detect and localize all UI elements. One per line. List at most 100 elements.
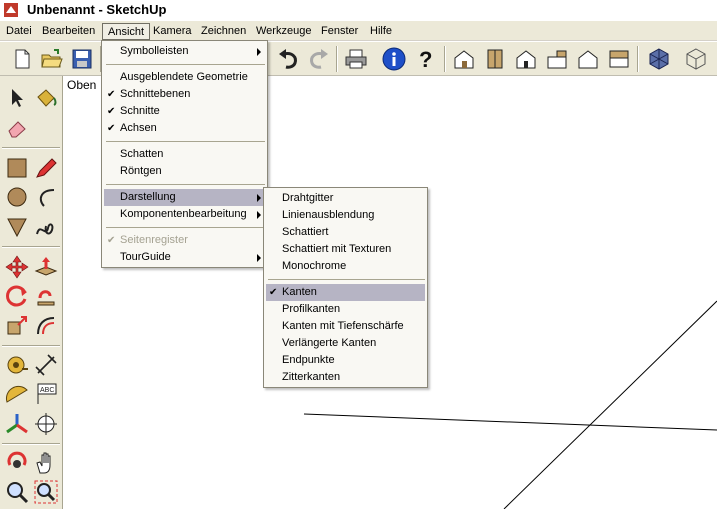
menu-separator	[268, 279, 425, 280]
darstellung-submenu: Drahtgitter Linienausblendung Schattiert…	[263, 187, 428, 388]
menu-item-schnitte[interactable]: ✔ Schnitte	[104, 103, 265, 120]
paint-bucket-icon[interactable]	[32, 84, 60, 112]
undo-icon[interactable]	[274, 45, 302, 73]
checkmark-icon: ✔	[107, 123, 116, 134]
submenu-arrow-icon	[257, 194, 261, 202]
model-info-icon[interactable]	[380, 45, 408, 73]
scale-icon[interactable]	[3, 312, 31, 340]
menu-item-tourguide[interactable]: TourGuide	[104, 249, 265, 266]
zoom-window-icon[interactable]	[32, 478, 60, 506]
title-bar: Unbenannt - SketchUp	[0, 0, 717, 20]
menu-datei[interactable]: Datei	[1, 23, 37, 40]
pencil-icon[interactable]	[32, 154, 60, 182]
menu-item-achsen[interactable]: ✔ Achsen	[104, 120, 265, 137]
menu-item-darstellung[interactable]: Darstellung	[104, 189, 265, 206]
new-icon[interactable]	[8, 45, 36, 73]
redo-icon[interactable]	[305, 45, 333, 73]
menu-item-schattiert[interactable]: Schattiert	[266, 224, 425, 241]
menu-item-schattiert-mit-texturen[interactable]: Schattiert mit Texturen	[266, 241, 425, 258]
tool-separator	[2, 345, 60, 347]
select-icon[interactable]	[3, 84, 31, 112]
menu-separator	[106, 184, 265, 185]
sketchup-logo-icon	[4, 3, 18, 17]
menu-bearbeiten[interactable]: Bearbeiten	[37, 23, 100, 40]
menu-item-schnittebenen[interactable]: ✔ Schnittebenen	[104, 86, 265, 103]
menu-item-schatten[interactable]: Schatten	[104, 146, 265, 163]
ansicht-menu: Symbolleisten Ausgeblendete Geometrie ✔ …	[101, 40, 268, 268]
menu-item-zitterkanten[interactable]: Zitterkanten	[266, 369, 425, 386]
menu-item-kanten-mit-tiefenschaerfe[interactable]: Kanten mit Tiefenschärfe	[266, 318, 425, 335]
menu-werkzeuge[interactable]: Werkzeuge	[251, 23, 316, 40]
zoom-icon[interactable]	[3, 478, 31, 506]
menu-item-ausgeblendete-geometrie[interactable]: Ausgeblendete Geometrie	[104, 69, 265, 86]
right-view-icon[interactable]	[512, 45, 540, 73]
open-icon[interactable]	[38, 45, 66, 73]
checkmark-icon: ✔	[107, 89, 116, 100]
iso-view-icon[interactable]	[450, 45, 478, 73]
toolbar-separator	[637, 46, 639, 72]
dimension-icon[interactable]	[32, 351, 60, 379]
menu-bar: Datei Bearbeiten Ansicht Kamera Zeichnen…	[0, 21, 717, 41]
menu-item-roentgen[interactable]: Röntgen	[104, 163, 265, 180]
menu-item-profilkanten[interactable]: Profilkanten	[266, 301, 425, 318]
menu-item-drahtgitter[interactable]: Drahtgitter	[266, 190, 425, 207]
follow-me-icon[interactable]	[32, 282, 60, 310]
submenu-arrow-icon	[257, 211, 261, 219]
menu-ansicht[interactable]: Ansicht	[102, 23, 151, 40]
menu-item-verlaengerte-kanten[interactable]: Verlängerte Kanten	[266, 335, 425, 352]
rotate-icon[interactable]	[3, 282, 31, 310]
arc-icon[interactable]	[32, 183, 60, 211]
freehand-icon[interactable]	[32, 213, 60, 241]
help-icon[interactable]: ?	[412, 45, 440, 73]
menu-kamera[interactable]: Kamera	[148, 23, 197, 40]
submenu-arrow-icon	[257, 48, 261, 56]
orbit-icon[interactable]	[3, 449, 31, 477]
text-icon[interactable]: ABC	[32, 380, 60, 408]
menu-item-komponentenbearbeitung[interactable]: Komponentenbearbeitung	[104, 206, 265, 223]
menu-item-kanten[interactable]: ✔ Kanten	[266, 284, 425, 301]
protractor-icon[interactable]	[3, 380, 31, 408]
front-view-icon[interactable]	[481, 45, 509, 73]
print-icon[interactable]	[342, 45, 370, 73]
menu-separator	[106, 141, 265, 142]
push-pull-icon[interactable]	[32, 253, 60, 281]
xray-icon[interactable]	[645, 45, 673, 73]
left-view-icon[interactable]	[574, 45, 602, 73]
checkmark-icon: ✔	[107, 235, 116, 246]
checkmark-icon: ✔	[107, 106, 116, 117]
offset-icon[interactable]	[32, 312, 60, 340]
menu-item-monochrome[interactable]: Monochrome	[266, 258, 425, 275]
menu-fenster[interactable]: Fenster	[316, 23, 363, 40]
eraser-icon[interactable]	[3, 114, 31, 142]
svg-text:ABC: ABC	[40, 387, 54, 394]
axes-icon[interactable]	[3, 410, 31, 438]
tool-separator	[2, 443, 60, 445]
rectangle-icon[interactable]	[3, 154, 31, 182]
menu-item-symbolleisten[interactable]: Symbolleisten	[104, 43, 265, 60]
window-title: Unbenannt - SketchUp	[27, 2, 167, 17]
tape-measure-icon[interactable]	[3, 351, 31, 379]
pan-icon[interactable]	[32, 449, 60, 477]
back-view-icon[interactable]	[543, 45, 571, 73]
toolbar-separator	[444, 46, 446, 72]
menu-hilfe[interactable]: Hilfe	[365, 23, 397, 40]
checkmark-icon: ✔	[269, 287, 278, 298]
submenu-arrow-icon	[257, 254, 261, 262]
3d-text-icon[interactable]	[32, 410, 60, 438]
polygon-icon[interactable]	[3, 213, 31, 241]
svg-text:?: ?	[419, 47, 432, 71]
tool-separator	[2, 246, 60, 248]
wireframe-icon[interactable]	[682, 45, 710, 73]
menu-item-linienausblendung[interactable]: Linienausblendung	[266, 207, 425, 224]
move-icon[interactable]	[3, 253, 31, 281]
menu-separator	[106, 64, 265, 65]
tool-separator	[2, 147, 60, 149]
menu-separator	[106, 227, 265, 228]
menu-item-endpunkte[interactable]: Endpunkte	[266, 352, 425, 369]
circle-icon[interactable]	[3, 183, 31, 211]
save-icon[interactable]	[68, 45, 96, 73]
toolbar-separator	[336, 46, 338, 72]
menu-zeichnen[interactable]: Zeichnen	[196, 23, 251, 40]
top-view-icon[interactable]	[605, 45, 633, 73]
menu-item-seitenregister: ✔ Seitenregister	[104, 232, 265, 249]
